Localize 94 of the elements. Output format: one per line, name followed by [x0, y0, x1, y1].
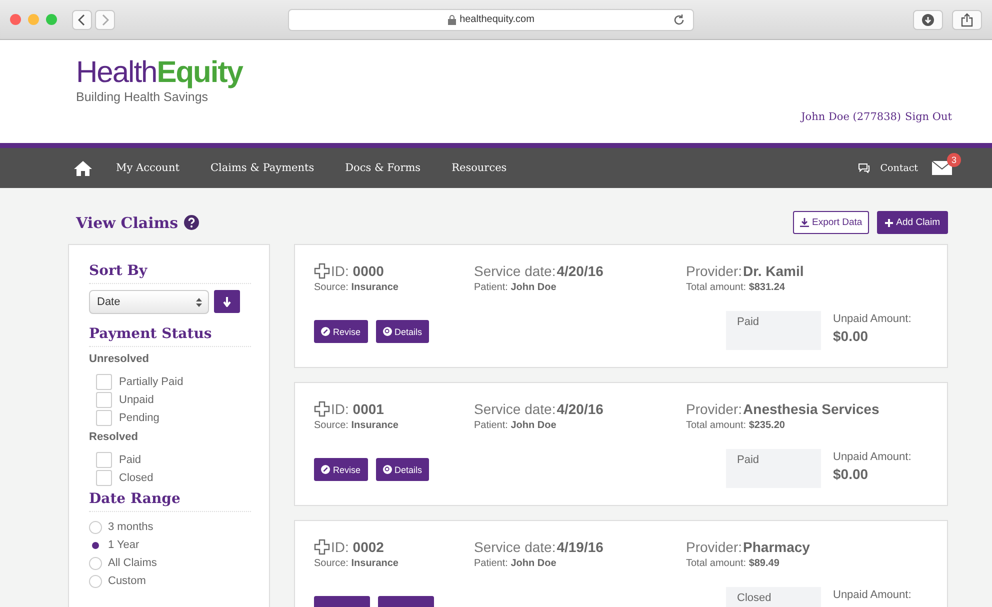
unpaid-label: Unpaid Amount: [833, 589, 912, 601]
nav-item[interactable]: Claims & Payments [210, 162, 314, 174]
export-data-button[interactable]: Export Data [793, 211, 870, 234]
radio-button[interactable] [89, 574, 102, 588]
claim-id: ID: 0000 [331, 263, 384, 279]
radio-button[interactable] [89, 556, 102, 570]
patient-name: Patient: John Doe [474, 558, 558, 569]
patient-name: Patient: John Doe [474, 282, 558, 293]
medical-cross-icon [314, 263, 330, 279]
total-amount: Total amount: $831.24 [686, 282, 786, 293]
medical-cross-icon [314, 539, 330, 555]
radio-label: 3 months [108, 521, 154, 533]
notification-badge: 3 [947, 153, 961, 167]
magnifier-icon [382, 327, 392, 336]
sign-out-link[interactable]: Sign Out [905, 111, 952, 123]
unpaid-label: Unpaid Amount: [833, 451, 912, 463]
details-button[interactable]: Details [376, 320, 430, 343]
user-name: John Doe (277838) [801, 111, 902, 123]
share-icon [961, 12, 973, 26]
help-icon[interactable] [184, 215, 200, 230]
minimize-icon[interactable] [28, 14, 39, 25]
chevron-right-icon [101, 14, 109, 26]
claim-source: Source: Insurance [314, 558, 400, 569]
download-icon [800, 218, 809, 227]
medical-cross-icon [314, 401, 330, 417]
radio-label: All Claims [108, 557, 157, 569]
checkbox-label: Partially Paid [119, 376, 184, 388]
chat-icon[interactable] [858, 163, 870, 173]
contact-link[interactable]: Contact [880, 162, 918, 174]
download-button[interactable] [913, 10, 943, 30]
claim-status: Paid [726, 449, 821, 488]
updown-arrows-icon [196, 298, 202, 306]
checkbox[interactable] [96, 392, 112, 408]
claim-id: ID: 0002 [331, 539, 384, 555]
unpaid-amount: $0.00 [833, 466, 870, 482]
provider-name: Provider:Dr. Kamil [686, 263, 804, 279]
total-amount: Total amount: $235.20 [686, 420, 786, 431]
page-title: View Claims [76, 214, 178, 232]
claim-source: Source: Insurance [314, 282, 400, 293]
nav-item[interactable]: Docs & Forms [345, 162, 421, 174]
checkbox-label: Closed [119, 472, 154, 484]
plus-icon [885, 218, 894, 226]
section-heading: Payment Status [89, 326, 251, 347]
pencil-icon [321, 465, 330, 474]
unpaid-amount: $0.00 [833, 328, 870, 344]
address-bar[interactable]: healthequity.com [288, 8, 694, 30]
sort-dropdown[interactable]: Date [89, 290, 209, 314]
claim-id: ID: 0001 [331, 401, 384, 417]
logo[interactable]: HealthEquity Building Health Savings [76, 58, 242, 104]
radio-label: 1 Year [108, 539, 140, 551]
reload-icon[interactable] [673, 14, 685, 26]
provider-name: Provider:Anesthesia Services [686, 401, 880, 417]
group-label: Unresolved [89, 353, 150, 365]
lock-icon [448, 14, 456, 24]
patient-name: Patient: John Doe [474, 420, 558, 431]
total-amount: Total amount: $89.49 [686, 558, 780, 569]
back-button[interactable] [72, 10, 92, 30]
download-icon [922, 14, 934, 26]
nav-item[interactable]: Resources [452, 162, 507, 174]
claim-status: Paid [726, 311, 821, 350]
provider-name: Provider:Pharmacy [686, 539, 810, 555]
claim-status: Closed [726, 587, 821, 607]
claim-source: Source: Insurance [314, 420, 400, 431]
share-button[interactable] [952, 10, 982, 30]
details-button[interactable]: Details [376, 458, 430, 481]
radio-button[interactable] [89, 520, 102, 534]
checkbox-label: Pending [119, 412, 160, 424]
pencil-icon [321, 327, 330, 336]
checkbox-label: Paid [119, 454, 142, 466]
checkbox[interactable] [96, 374, 112, 390]
service-date: Service date:4/19/16 [474, 539, 604, 555]
magnifier-icon [382, 465, 392, 474]
maximize-icon[interactable] [46, 14, 57, 25]
unpaid-label: Unpaid Amount: [833, 313, 912, 325]
checkbox-label: Unpaid [119, 394, 154, 406]
revise-button[interactable]: Revise [314, 320, 368, 343]
group-label: Resolved [89, 431, 139, 443]
mail-icon[interactable] [932, 161, 952, 175]
arrow-down-icon [223, 296, 231, 306]
checkbox[interactable] [96, 410, 112, 426]
section-heading: Date Range [89, 491, 251, 512]
chevron-left-icon [78, 14, 86, 26]
home-icon[interactable] [74, 160, 92, 176]
checkbox[interactable] [96, 452, 112, 468]
sort-direction-button[interactable] [214, 290, 240, 313]
service-date: Service date:4/20/16 [474, 401, 604, 417]
service-date: Service date:4/20/16 [474, 263, 604, 279]
checkbox[interactable] [96, 470, 112, 486]
radio-label: Custom [108, 575, 146, 587]
nav-item[interactable]: My Account [116, 162, 180, 174]
section-heading: Sort By [89, 263, 251, 284]
add-claim-button[interactable]: Add Claim [877, 211, 948, 234]
revise-button[interactable]: Revise [314, 458, 368, 481]
close-icon[interactable] [10, 14, 21, 25]
